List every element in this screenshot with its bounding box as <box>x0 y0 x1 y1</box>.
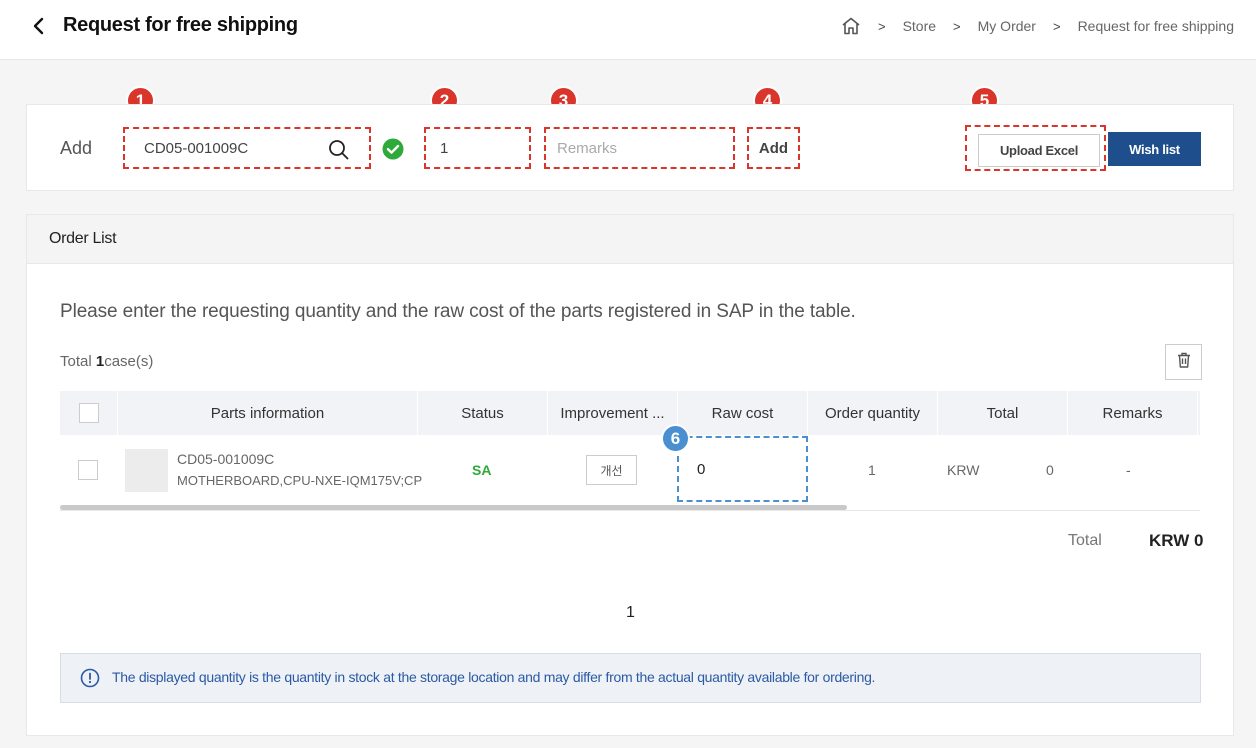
upload-excel-highlight: Upload Excel <box>965 125 1106 171</box>
part-code: CD05-001009C <box>177 451 275 467</box>
total-value: 0 <box>1046 462 1054 478</box>
breadcrumb-current: Request for free shipping <box>1077 18 1234 34</box>
total-prefix: Total <box>60 353 92 370</box>
delete-button[interactable] <box>1165 344 1202 380</box>
breadcrumb-separator: > <box>1052 18 1061 34</box>
page-title: Request for free shipping <box>63 14 298 36</box>
status-badge: SA <box>472 462 492 478</box>
search-icon[interactable] <box>328 139 349 160</box>
part-code-input[interactable]: CD05-001009C <box>123 127 371 169</box>
add-panel: Add CD05-001009C 1 Remarks Add Upload Ex… <box>26 104 1234 191</box>
row-checkbox[interactable] <box>78 460 98 480</box>
total-currency: KRW <box>947 462 980 478</box>
part-thumbnail <box>125 449 168 492</box>
notice-text: The displayed quantity is the quantity i… <box>112 669 876 685</box>
select-all-cell <box>60 391 118 435</box>
home-icon[interactable] <box>841 17 861 35</box>
total-suffix: case(s) <box>104 353 154 370</box>
quantity-input[interactable]: 1 <box>424 127 531 169</box>
top-header: Request for free shipping > Store > My O… <box>0 0 1256 60</box>
table-header: Parts information Status Improvement ...… <box>60 391 1200 435</box>
row-divider <box>60 510 1200 511</box>
pagination-current-page[interactable]: 1 <box>626 604 635 622</box>
instruction-text: Please enter the requesting quantity and… <box>60 301 856 322</box>
back-arrow-icon[interactable] <box>28 14 50 38</box>
column-header-order-quantity: Order quantity <box>808 391 938 435</box>
add-label: Add <box>60 138 93 158</box>
upload-excel-button[interactable]: Upload Excel <box>978 134 1100 167</box>
add-button[interactable]: Add <box>747 127 800 169</box>
order-quantity-value: 1 <box>868 462 876 478</box>
info-icon <box>80 668 100 688</box>
notice-box: The displayed quantity is the quantity i… <box>60 653 1201 703</box>
summary-total-value: KRW 0 <box>1149 531 1204 550</box>
column-header-status: Status <box>418 391 548 435</box>
breadcrumb: > Store > My Order > Request for free sh… <box>841 17 1234 35</box>
breadcrumb-my-order[interactable]: My Order <box>978 18 1036 34</box>
wish-list-button[interactable]: Wish list <box>1108 132 1201 166</box>
total-case-count: Total 1case(s) <box>60 353 153 370</box>
trash-icon <box>1175 351 1193 374</box>
order-list-title: Order List <box>49 230 117 247</box>
summary-total-label: Total <box>1068 532 1102 549</box>
column-header-raw-cost: Raw cost <box>678 391 808 435</box>
part-code-value: CD05-001009C <box>144 139 249 157</box>
order-list-panel: Order List Please enter the requesting q… <box>26 214 1234 736</box>
table-row: CD05-001009C MOTHERBOARD,CPU-NXE-IQM175V… <box>60 436 1200 504</box>
remarks-value: - <box>1126 462 1131 478</box>
check-circle-icon <box>382 138 404 160</box>
breadcrumb-store[interactable]: Store <box>903 18 936 34</box>
annotation-badge-6: 6 <box>661 424 690 453</box>
select-all-checkbox[interactable] <box>78 403 99 423</box>
improvement-button[interactable]: 개선 <box>586 455 637 485</box>
remarks-input[interactable]: Remarks <box>544 127 735 169</box>
order-list-header: Order List <box>27 215 1233 264</box>
breadcrumb-separator: > <box>953 18 961 34</box>
part-name: MOTHERBOARD,CPU-NXE-IQM175V;CP <box>177 473 423 488</box>
raw-cost-input[interactable]: 0 <box>677 436 808 502</box>
total-count: 1 <box>95 353 105 370</box>
column-header-remarks: Remarks <box>1068 391 1198 435</box>
column-header-total: Total <box>938 391 1068 435</box>
column-header-parts: Parts information <box>118 391 418 435</box>
breadcrumb-separator: > <box>877 18 886 34</box>
column-header-improvement: Improvement ... <box>548 391 678 435</box>
